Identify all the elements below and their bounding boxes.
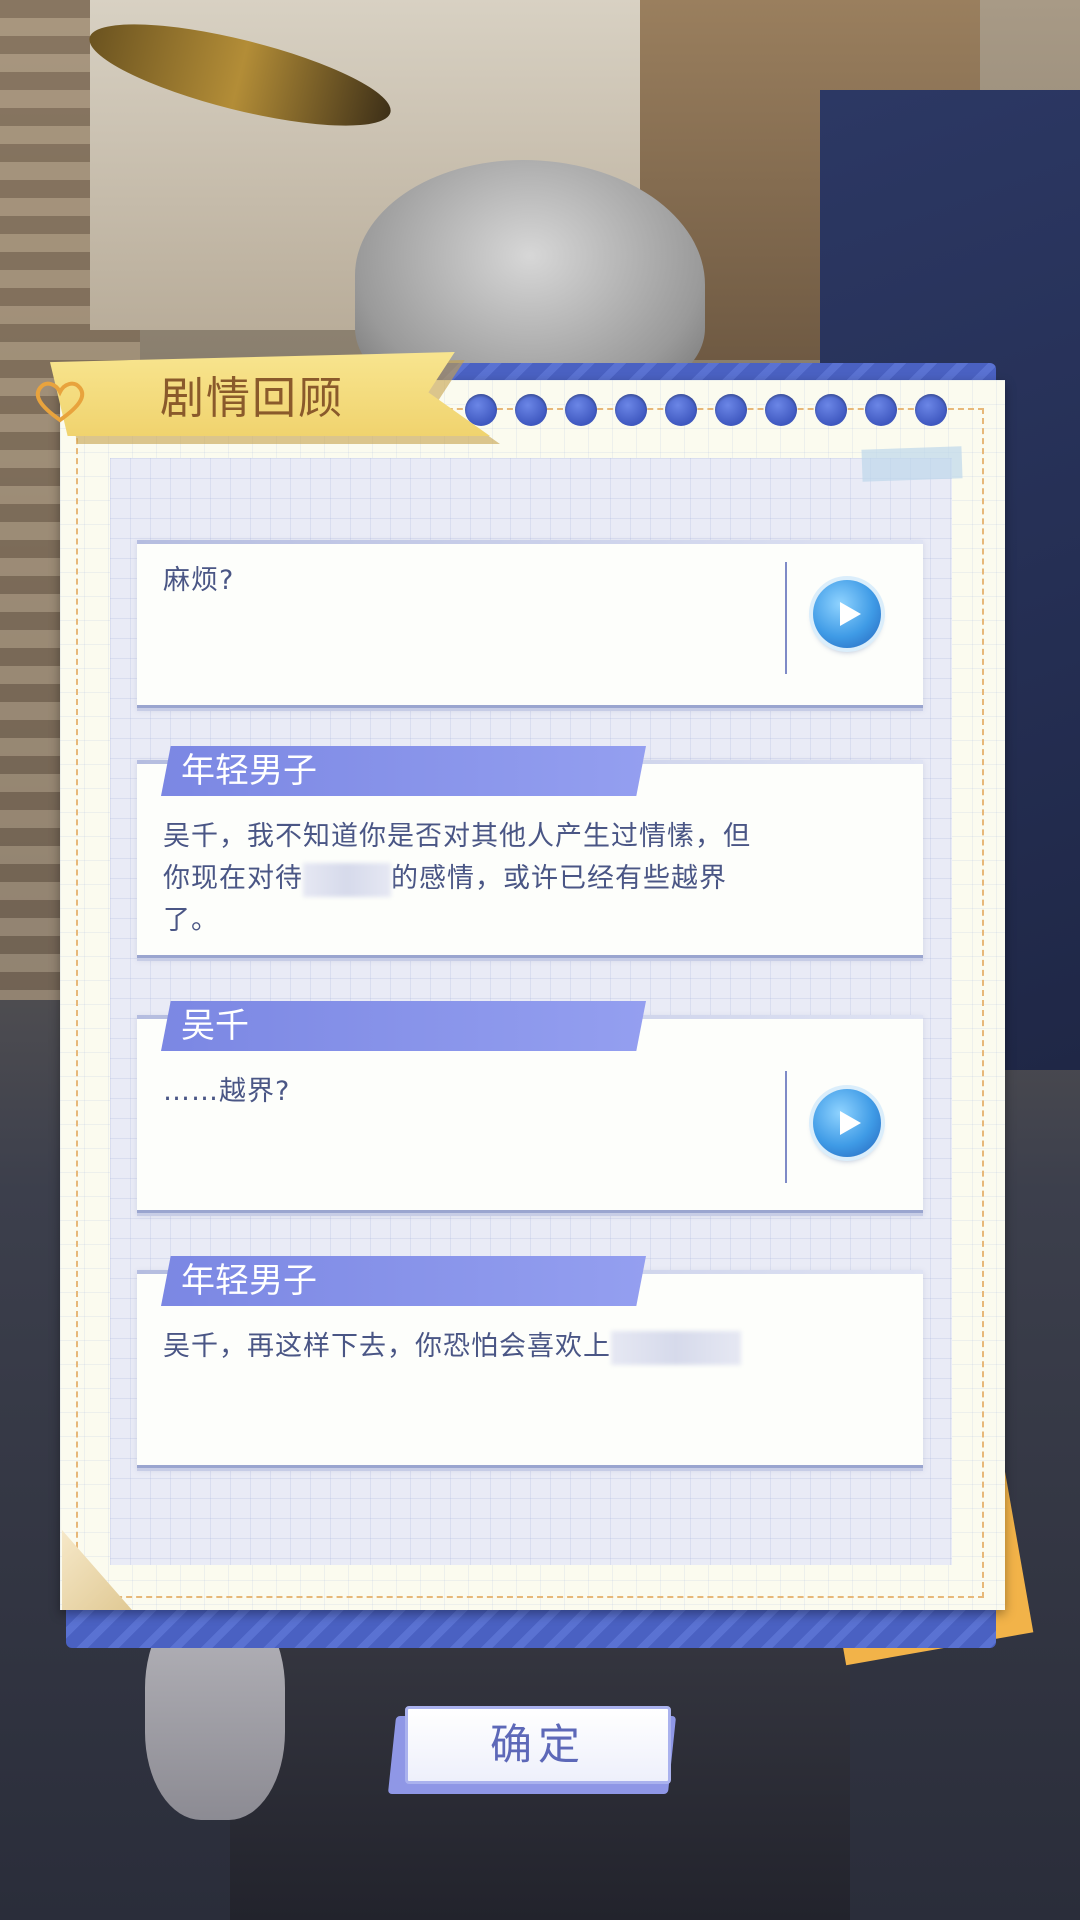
speaker-name-tag: 年轻男子 [161,746,646,796]
binder-hole [515,394,547,426]
dialogue-card: 吴千 ……越界? [137,1001,923,1213]
redacted-name [303,862,391,897]
voice-play-button[interactable] [813,1089,881,1157]
binder-hole [665,394,697,426]
voice-play-button[interactable] [813,580,881,648]
dialogue-card: 麻烦? [137,540,923,708]
binder-hole [815,394,847,426]
binder-hole [565,394,597,426]
binder-hole [865,394,897,426]
play-icon [840,602,861,626]
dialogue-card: 年轻男子 吴千，我不知道你是否对其他人产生过情愫，但你现在对待 的感情，或许已经有… [137,746,923,958]
dialogue-card: 年轻男子 吴千，再这样下去，你恐怕会喜欢上 [137,1256,923,1468]
dialogue-text: 吴千，我不知道你是否对其他人产生过情愫，但你现在对待 的感情，或许已经有些越界了。 [163,816,753,942]
card-divider [785,562,787,674]
dialogue-text: ……越界? [163,1076,291,1107]
dialogue-text: 吴千，再这样下去，你恐怕会喜欢上 [163,1326,843,1368]
speaker-name-tag: 吴千 [161,1001,646,1051]
redacted-name [611,1330,741,1365]
dialogue-text: 麻烦? [163,565,235,596]
speaker-name-tag: 年轻男子 [161,1256,646,1306]
confirm-button[interactable]: 确定 [405,1706,671,1784]
heart-clip-icon [35,381,85,423]
tape-decoration [861,446,963,482]
binder-hole [765,394,797,426]
card-divider [785,1071,787,1183]
binder-hole [465,394,497,426]
binder-hole [715,394,747,426]
binder-hole [915,394,947,426]
binder-hole [615,394,647,426]
panel-title: 剧情回顾 [160,373,344,424]
binder-holes [465,394,947,430]
play-icon [840,1111,861,1135]
dialogue-text-part: 吴千，再这样下去，你恐怕会喜欢上 [163,1331,611,1362]
